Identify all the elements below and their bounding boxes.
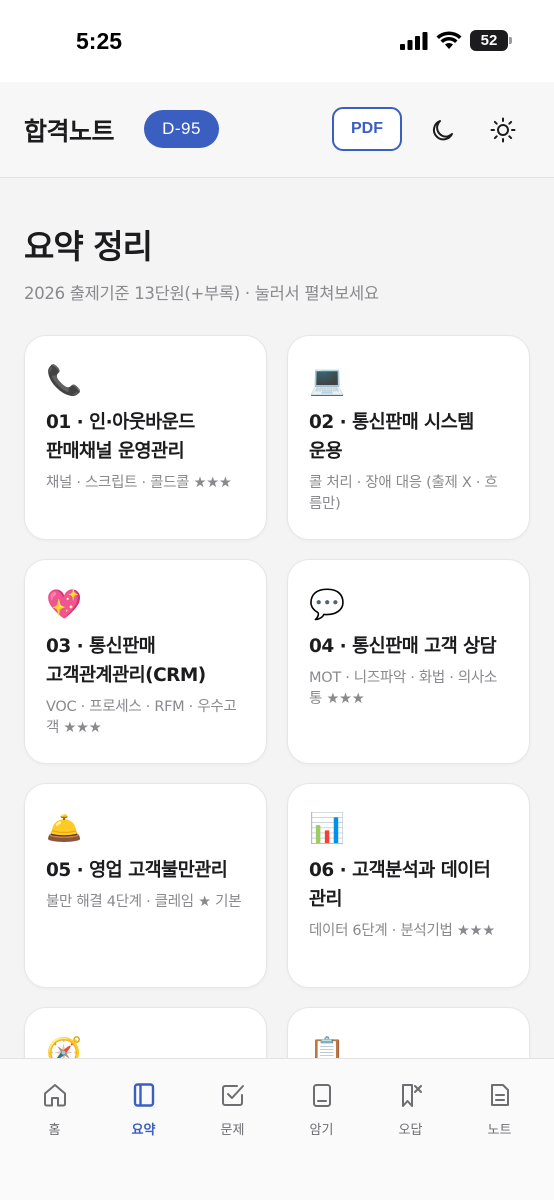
tab-label: 노트 [487, 1123, 512, 1138]
signal-icon [400, 31, 428, 50]
home-icon [43, 1084, 66, 1107]
tab-label: 암기 [309, 1123, 334, 1138]
tab-label: 요약 [131, 1123, 156, 1138]
card-description: MOT · 니즈파악 · 화법 · 의사소통 ★★★ [309, 668, 509, 710]
wifi-icon [436, 31, 462, 49]
tab-notes[interactable]: 노트 [465, 1081, 535, 1200]
tab-summary[interactable]: 요약 [109, 1081, 179, 1200]
importance-stars: ★★★ [456, 923, 495, 939]
app-title: 합격노트 [24, 117, 115, 146]
card-description: 콜 처리 · 장애 대응 (출제 X · 흐름만) [309, 473, 509, 515]
card-title: 06 · 고객분석과 데이터 관리 [309, 860, 491, 910]
importance-stars: ★★★ [326, 691, 365, 707]
card-title: 03 · 통신판매 고객관계관리(CRM) [46, 636, 206, 686]
card-description: VOC · 프로세스 · RFM · 우수고객 ★★★ [46, 697, 246, 739]
app-header: 합격노트 D-95 PDF [0, 82, 554, 178]
tab-label: 오답 [398, 1123, 423, 1138]
sparkling-heart-icon: 💖 [46, 587, 83, 621]
card-description: 불만 해결 4단계 · 클레임 ★ 기본 [46, 892, 246, 913]
tab-memorize[interactable]: 암기 [287, 1081, 357, 1200]
card-description: 데이터 6단계 · 분석기법 ★★★ [309, 921, 509, 942]
bellhop-bell-icon: 🛎️ [46, 811, 83, 845]
battery-icon: 52 [470, 30, 512, 51]
summary-card-06[interactable]: 📊 06 · 고객분석과 데이터 관리 데이터 6단계 · 분석기법 ★★★ [287, 783, 530, 988]
card-title: 04 · 통신판매 고객 상담 [309, 636, 497, 657]
checkbox-icon [221, 1085, 244, 1106]
bottom-tab-bar: 홈 요약 문제 암기 오답 노트 [0, 1058, 554, 1200]
flashcard-icon [312, 1084, 331, 1107]
tab-questions[interactable]: 문제 [198, 1081, 268, 1200]
book-icon [133, 1083, 154, 1107]
tab-label: 홈 [48, 1123, 61, 1138]
bar-chart-icon: 📊 [309, 811, 346, 845]
card-description: 채널 · 스크립트 · 콜드콜 ★★★ [46, 473, 246, 494]
tab-label: 문제 [220, 1123, 245, 1138]
bookmark-x-icon [401, 1084, 422, 1107]
dday-badge: D-95 [144, 110, 219, 148]
computer-icon: 💻 [309, 363, 346, 397]
tab-wrong-answers[interactable]: 오답 [376, 1081, 446, 1200]
note-icon [490, 1084, 509, 1106]
status-bar: 5:25 52 [0, 0, 554, 82]
tab-home[interactable]: 홈 [20, 1081, 90, 1200]
card-desc-text: 콜 처리 · 장애 대응 (출제 X · 흐름만) [309, 475, 498, 512]
speech-bubble-icon: 💬 [309, 587, 346, 621]
sun-icon[interactable] [490, 117, 516, 143]
summary-card-01[interactable]: 📞 01 · 인·아웃바운드 판매채널 운영관리 채널 · 스크립트 · 콜드콜… [24, 335, 267, 540]
page-title: 요약 정리 [24, 227, 153, 266]
card-desc-text: 데이터 6단계 · 분석기법 [309, 923, 453, 939]
card-title: 02 · 통신판매 시스템 운용 [309, 412, 474, 462]
summary-card-05[interactable]: 🛎️ 05 · 영업 고객불만관리 불만 해결 4단계 · 클레임 ★ 기본 [24, 783, 267, 988]
importance-stars: ★★★ [193, 475, 232, 491]
summary-card-02[interactable]: 💻 02 · 통신판매 시스템 운용 콜 처리 · 장애 대응 (출제 X · … [287, 335, 530, 540]
status-icons: 52 [400, 30, 512, 51]
status-time: 5:25 [76, 28, 123, 54]
card-desc-text: 불만 해결 4단계 · 클레임 ★ 기본 [46, 894, 242, 910]
telephone-icon: 📞 [46, 363, 83, 397]
card-title: 05 · 영업 고객불만관리 [46, 860, 228, 881]
card-desc-text: 채널 · 스크립트 · 콜드콜 [46, 475, 190, 491]
importance-stars: ★★★ [63, 720, 102, 736]
moon-icon[interactable] [430, 117, 456, 143]
pdf-button[interactable]: PDF [332, 107, 402, 151]
page-subtitle: 2026 출제기준 13단원(+부록) · 눌러서 펼쳐보세요 [24, 284, 379, 303]
summary-card-03[interactable]: 💖 03 · 통신판매 고객관계관리(CRM) VOC · 프로세스 · RFM… [24, 559, 267, 764]
summary-card-04[interactable]: 💬 04 · 통신판매 고객 상담 MOT · 니즈파악 · 화법 · 의사소통… [287, 559, 530, 764]
card-title: 01 · 인·아웃바운드 판매채널 운영관리 [46, 412, 195, 462]
